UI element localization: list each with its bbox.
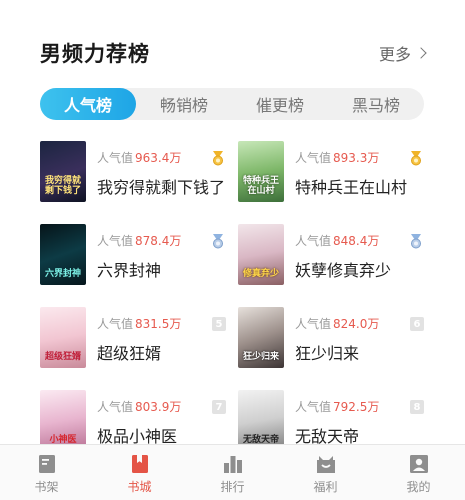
- bookstore-icon: [131, 455, 148, 473]
- popularity-label: 人气值: [97, 317, 134, 331]
- ranking-card: 男频力荐榜 更多 人气榜 畅销榜 催更榜 黑马榜 我穷得就剩下钱了 人气值 963…: [0, 0, 465, 451]
- ranking-tabs: 人气榜 畅销榜 催更榜 黑马榜: [40, 88, 424, 120]
- popularity-label: 人气值: [295, 151, 332, 165]
- popularity-label: 人气值: [97, 151, 134, 165]
- popularity-info: 人气值 831.5万: [97, 315, 181, 332]
- profile-icon: [409, 455, 428, 473]
- popularity-label: 人气值: [97, 234, 134, 248]
- cover-title: 狂少归来: [242, 352, 279, 362]
- tab-dark-horse[interactable]: 黑马榜: [328, 88, 424, 120]
- tab-bestseller[interactable]: 畅销榜: [136, 88, 232, 120]
- cover-title: 特种兵王在山村: [242, 176, 279, 196]
- chevron-right-icon: [415, 47, 427, 59]
- popularity-value: 831.5万: [135, 317, 182, 331]
- cover-title: 超级狂婿: [44, 352, 81, 362]
- popularity-info: 人气值 824.0万: [295, 315, 379, 332]
- book-title[interactable]: 妖孽修真弃少: [295, 257, 391, 281]
- popularity-value: 893.3万: [333, 151, 380, 165]
- nav-profile[interactable]: 我的: [372, 445, 465, 500]
- book-cover[interactable]: 小神医: [40, 390, 86, 451]
- book-item[interactable]: 修真弃少 人气值 848.4万 妖孽修真弃少: [238, 224, 428, 286]
- silver-medal-icon: [213, 234, 223, 249]
- gold-medal-icon: [213, 151, 223, 166]
- cover-title: 六界封神: [44, 269, 81, 279]
- popularity-info: 人气值 803.9万: [97, 398, 181, 415]
- book-item[interactable]: 我穷得就剩下钱了 人气值 963.4万 我穷得就剩下钱了: [40, 141, 230, 203]
- rank-number-badge: 5: [212, 317, 226, 331]
- popularity-value: 963.4万: [135, 151, 182, 165]
- popularity-label: 人气值: [295, 400, 332, 414]
- book-title[interactable]: 超级狂婿: [97, 340, 161, 364]
- popularity-value: 848.4万: [333, 234, 380, 248]
- rank-number-badge: 7: [212, 400, 226, 414]
- more-label: 更多: [378, 45, 411, 64]
- section-title: 男频力荐榜: [40, 42, 150, 66]
- rank-number-badge: 8: [410, 400, 424, 414]
- cover-title: 我穷得就剩下钱了: [44, 176, 81, 196]
- nav-label: 书架: [34, 480, 59, 494]
- book-cover[interactable]: 我穷得就剩下钱了: [40, 141, 86, 202]
- popularity-value: 878.4万: [135, 234, 182, 248]
- bookshelf-icon: [38, 455, 55, 473]
- book-item[interactable]: 特种兵王在山村 人气值 893.3万 特种兵王在山村: [238, 141, 428, 203]
- book-item[interactable]: 超级狂婿 人气值 831.5万 超级狂婿 5: [40, 307, 230, 369]
- cover-title: 修真弃少: [242, 269, 279, 279]
- popularity-value: 824.0万: [333, 317, 380, 331]
- tab-popularity[interactable]: 人气榜: [40, 88, 136, 120]
- gift-icon: [316, 456, 335, 473]
- book-cover[interactable]: 无敌天帝: [238, 390, 284, 451]
- popularity-value: 792.5万: [333, 400, 380, 414]
- popularity-info: 人气值 848.4万: [295, 232, 379, 249]
- popularity-info: 人气值 963.4万: [97, 149, 181, 166]
- nav-ranking[interactable]: 排行: [186, 445, 279, 500]
- ranking-icon: [223, 456, 242, 473]
- book-title[interactable]: 特种兵王在山村: [295, 174, 407, 198]
- section-header: 男频力荐榜 更多: [40, 38, 427, 68]
- nav-bookstore[interactable]: 书城: [93, 445, 186, 500]
- book-cover[interactable]: 狂少归来: [238, 307, 284, 368]
- popularity-info: 人气值 792.5万: [295, 398, 379, 415]
- popularity-label: 人气值: [97, 400, 134, 414]
- tab-urge-update[interactable]: 催更榜: [232, 88, 328, 120]
- nav-label: 排行: [220, 480, 245, 494]
- bottom-nav: 书架 书城 排行 福利 我的: [0, 444, 465, 500]
- nav-label: 我的: [406, 480, 431, 494]
- book-cover[interactable]: 超级狂婿: [40, 307, 86, 368]
- book-item[interactable]: 六界封神 人气值 878.4万 六界封神: [40, 224, 230, 286]
- book-item[interactable]: 无敌天帝 人气值 792.5万 无敌天帝 8: [238, 390, 428, 452]
- nav-welfare[interactable]: 福利: [279, 445, 372, 500]
- gold-medal-icon: [411, 151, 421, 166]
- nav-label: 书城: [127, 480, 152, 494]
- book-title[interactable]: 六界封神: [97, 257, 161, 281]
- book-title[interactable]: 狂少归来: [295, 340, 359, 364]
- book-title[interactable]: 我穷得就剩下钱了: [97, 174, 225, 198]
- book-item[interactable]: 小神医 人气值 803.9万 极品小神医 7: [40, 390, 230, 452]
- book-item[interactable]: 狂少归来 人气值 824.0万 狂少归来 6: [238, 307, 428, 369]
- popularity-value: 803.9万: [135, 400, 182, 414]
- silver-medal-icon: [411, 234, 421, 249]
- nav-bookshelf[interactable]: 书架: [0, 445, 93, 500]
- popularity-info: 人气值 893.3万: [295, 149, 379, 166]
- popularity-label: 人气值: [295, 234, 332, 248]
- nav-label: 福利: [313, 480, 338, 494]
- book-cover[interactable]: 修真弃少: [238, 224, 284, 285]
- more-link[interactable]: 更多: [378, 41, 427, 65]
- book-cover[interactable]: 六界封神: [40, 224, 86, 285]
- rank-number-badge: 6: [410, 317, 424, 331]
- book-cover[interactable]: 特种兵王在山村: [238, 141, 284, 202]
- popularity-info: 人气值 878.4万: [97, 232, 181, 249]
- popularity-label: 人气值: [295, 317, 332, 331]
